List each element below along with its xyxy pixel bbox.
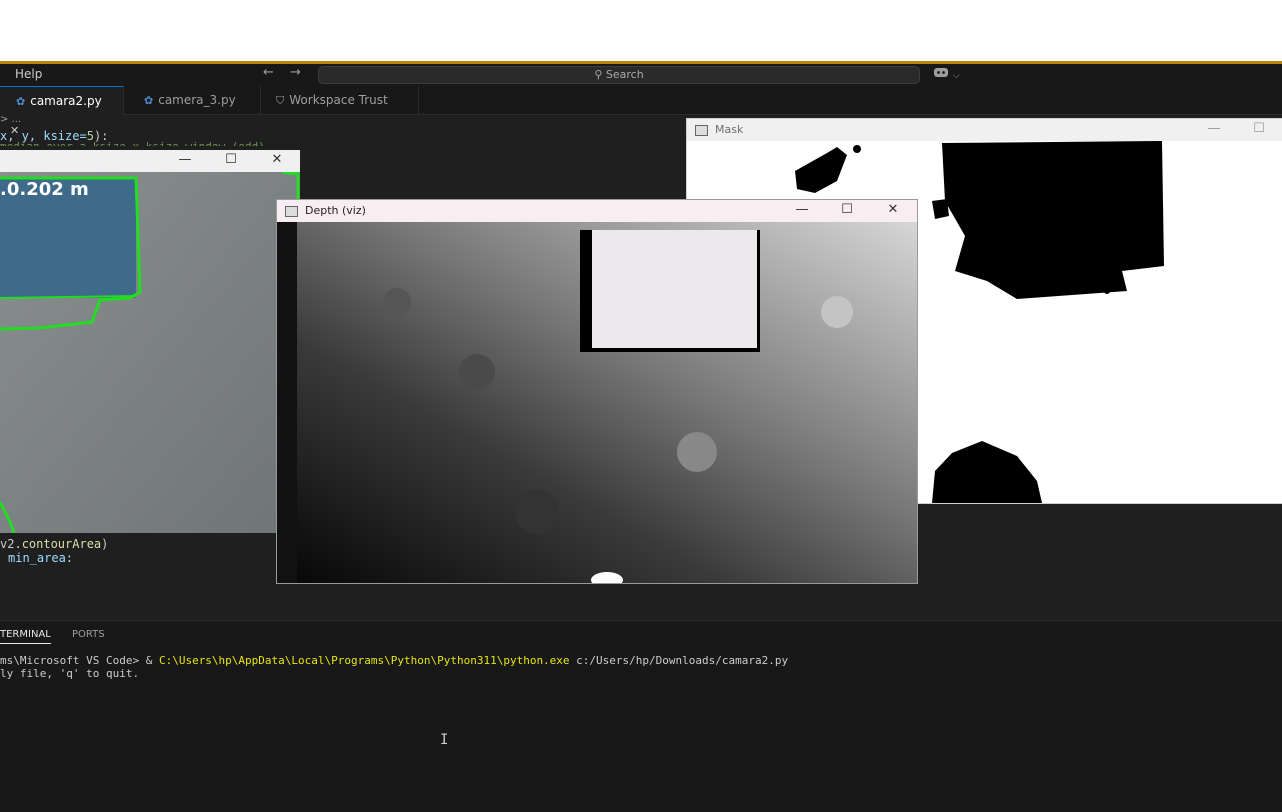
code-punct: : <box>65 551 74 565</box>
code-punct: ) <box>101 537 109 551</box>
python-file-icon: ✿ <box>16 95 26 108</box>
terminal-script-arg: c:/Users/hp/Downloads/camara2.py <box>569 654 789 667</box>
camera-feed-image <box>0 172 300 533</box>
camera-window[interactable]: — ☐ ✕ .0.202 m <box>0 150 300 533</box>
bottom-panel: TERMINAL PORTS <box>0 620 1282 812</box>
depth-window-titlebar[interactable]: Depth (viz) — ☐ ✕ <box>277 200 917 222</box>
code-text: v2. <box>0 537 22 551</box>
depth-map-image <box>277 222 917 583</box>
mask-window-titlebar[interactable]: Mask — ☐ <box>687 119 1282 141</box>
window-title: Depth (viz) <box>305 204 366 217</box>
text-cursor-icon: I <box>440 732 449 748</box>
tab-workspace-trust[interactable]: ⛉ Workspace Trust <box>261 86 419 114</box>
code-line-min-area: min_area: <box>8 551 73 565</box>
terminal-prompt: ms\Microsoft VS Code> & <box>0 654 159 667</box>
depth-window[interactable]: Depth (viz) — ☐ ✕ <box>276 199 918 584</box>
code-line-comment: median over a ksize x ksize window (odd)… <box>0 140 272 146</box>
app-window-icon <box>695 125 708 136</box>
code-line-contour: v2.contourArea) <box>0 537 108 551</box>
terminal-line-command: ms\Microsoft VS Code> & C:\Users\hp\AppD… <box>0 654 788 667</box>
code-variable: min_area <box>8 551 66 565</box>
minimize-button[interactable]: — <box>1199 121 1229 136</box>
search-placeholder: Search <box>605 68 644 81</box>
distance-label: .0.202 m <box>0 179 89 200</box>
minimize-button[interactable]: — <box>787 202 817 217</box>
tab-label: Workspace Trust <box>289 93 388 107</box>
search-icon: ⚲ <box>594 68 603 81</box>
app-window-icon <box>285 206 298 217</box>
vscode-titlebar: Help ← → ⚲ Search ⌵ <box>0 64 1282 86</box>
close-button[interactable]: ✕ <box>878 202 908 217</box>
window-title: Mask <box>715 123 744 136</box>
tab-ports[interactable]: PORTS <box>72 629 105 640</box>
terminal-python-path: C:\Users\hp\AppData\Local\Programs\Pytho… <box>158 654 570 667</box>
tab-camera-3[interactable]: ✿ camera_3.py <box>124 86 261 114</box>
tab-camara2[interactable]: ✿ camara2.py ✕ <box>0 86 124 137</box>
code-function: contourArea <box>21 537 102 551</box>
tab-terminal[interactable]: TERMINAL <box>0 629 51 644</box>
maximize-button[interactable]: ☐ <box>216 152 246 167</box>
maximize-button[interactable]: ☐ <box>832 202 862 217</box>
forward-arrow-icon[interactable]: → <box>290 65 301 80</box>
tab-label: camera_3.py <box>158 93 236 107</box>
desktop-background <box>0 0 1282 61</box>
camera-window-titlebar[interactable]: — ☐ ✕ <box>0 150 300 172</box>
terminal-line-output: ly file, 'q' to quit. <box>0 667 140 680</box>
back-arrow-icon[interactable]: ← <box>263 65 274 80</box>
menu-help[interactable]: Help <box>15 67 42 81</box>
tab-label: camara2.py <box>30 94 102 108</box>
breadcrumb[interactable]: > ... <box>0 114 21 128</box>
close-button[interactable]: ✕ <box>262 152 292 167</box>
chevron-down-icon[interactable]: ⌵ <box>953 71 960 81</box>
python-file-icon: ✿ <box>144 94 154 107</box>
shield-icon: ⛉ <box>276 94 285 107</box>
editor-tab-bar: ✿ camara2.py ✕ ✿ camera_3.py ⛉ Workspace Tr… <box>0 86 1282 137</box>
command-search-box[interactable]: ⚲ Search <box>318 66 920 84</box>
minimize-button[interactable]: — <box>170 152 200 167</box>
maximize-button[interactable]: ☐ <box>1244 121 1274 136</box>
copilot-icon[interactable]: ⌵ <box>933 66 960 81</box>
